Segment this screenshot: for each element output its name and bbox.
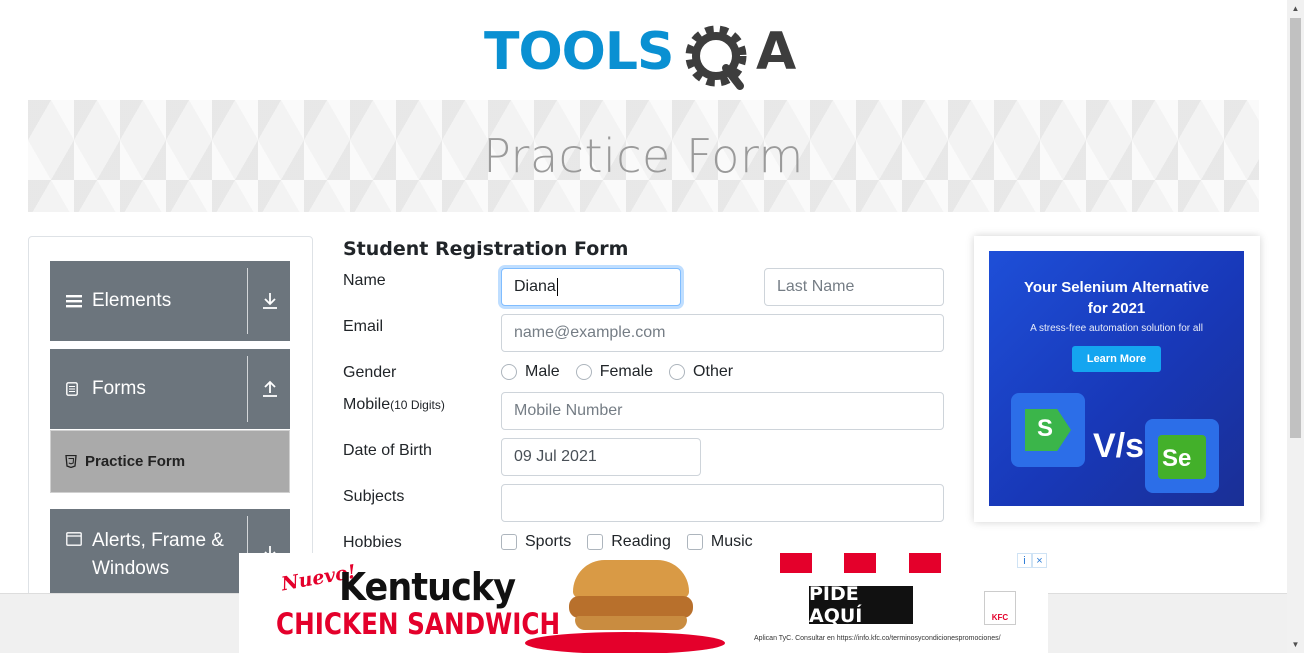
kfc-logo: KFC <box>984 591 1016 625</box>
page-title: Practice Form <box>483 129 804 183</box>
bun-top <box>573 560 689 598</box>
plate <box>525 632 725 653</box>
katalon-logo-icon: S <box>1011 393 1085 467</box>
selenium-logo-letters: Se <box>1162 445 1192 472</box>
sandwich-image <box>525 558 729 653</box>
subjects-label: Subjects <box>343 488 405 505</box>
text-caret <box>556 278 558 296</box>
last-name-input[interactable]: Last Name <box>764 268 944 306</box>
sidebar-group-label: Forms <box>92 378 146 399</box>
checkbox-label[interactable]: Sports <box>525 533 571 551</box>
checkbox-label[interactable]: Music <box>711 533 753 551</box>
vs-text: V/s <box>1093 427 1145 465</box>
radio-button[interactable] <box>669 364 686 380</box>
dob-label: Date of Birth <box>343 442 432 459</box>
ad-brand: Kentucky <box>339 565 516 609</box>
checkbox[interactable] <box>587 534 604 550</box>
katalon-logo-letter: S <box>1037 415 1054 442</box>
sidebar-group-label: Elements <box>92 290 172 311</box>
stripe <box>780 553 812 573</box>
sidebar-group-forms[interactable]: Forms <box>50 349 290 429</box>
bun-bottom <box>575 616 687 630</box>
gender-option-female[interactable]: Female <box>575 363 653 381</box>
logo-text-a: A <box>756 22 796 82</box>
page-scrollbar[interactable]: ▲ ▼ <box>1287 0 1304 653</box>
ad-info-icon[interactable]: i <box>1017 553 1032 568</box>
mobile-label-text: Mobile <box>343 396 391 413</box>
chicken-patty <box>569 596 693 618</box>
ad-headline-line2: for 2021 <box>1087 300 1146 317</box>
scroll-up-arrow-icon[interactable]: ▲ <box>1287 0 1304 17</box>
divider <box>247 268 248 334</box>
ad-terms: Aplican TyC. Consultar en https://info.k… <box>754 635 1001 642</box>
download-arrow-icon[interactable] <box>258 261 282 341</box>
sidebar-group-elements[interactable]: Elements <box>50 261 290 341</box>
radio-label[interactable]: Male <box>525 363 560 381</box>
hobby-option-reading[interactable]: Reading <box>587 533 671 551</box>
gender-radio-group: Male Female Other <box>501 363 749 381</box>
radio-button[interactable] <box>501 364 517 380</box>
email-label: Email <box>343 318 384 335</box>
radio-button[interactable] <box>575 364 592 380</box>
learn-more-button[interactable]: Learn More <box>1071 346 1162 372</box>
checkbox-label[interactable]: Reading <box>611 533 671 551</box>
mobile-input[interactable]: Mobile Number <box>501 392 944 430</box>
sidebar-item-practice-form[interactable]: Practice Form <box>50 430 290 493</box>
stripe <box>844 553 876 573</box>
gender-label: Gender <box>343 364 397 381</box>
email-input[interactable]: name@example.com <box>501 314 944 352</box>
ad-banner-bottom[interactable]: Nuevo! Kentucky CHICKEN SANDWICH PIDE AQ… <box>239 553 1048 653</box>
sidebar-group-label-line2: Windows <box>92 558 170 579</box>
hobbies-checkbox-group: Sports Reading Music <box>501 533 769 551</box>
selenium-logo-icon: Se <box>1145 419 1219 493</box>
menu-icon <box>66 294 88 308</box>
ad-headline-line1: Your Selenium Alternative <box>1023 279 1210 296</box>
hobby-option-music[interactable]: Music <box>686 533 753 551</box>
window-icon <box>66 532 88 546</box>
hobbies-label: Hobbies <box>343 534 402 551</box>
ad-close-icon[interactable]: × <box>1032 553 1047 568</box>
date-of-birth-input[interactable]: 09 Jul 2021 <box>501 438 701 476</box>
document-icon <box>66 382 88 396</box>
scroll-thumb[interactable] <box>1290 18 1301 438</box>
subjects-input[interactable] <box>501 484 944 522</box>
sidebar: Elements Forms Practice Form Alerts, Fra… <box>28 236 313 606</box>
page-banner: Practice Form <box>28 100 1259 212</box>
sidebar-item-label: Practice Form <box>85 453 186 470</box>
gender-option-other[interactable]: Other <box>669 363 733 381</box>
upload-arrow-icon[interactable] <box>258 349 282 429</box>
scroll-down-arrow-icon[interactable]: ▼ <box>1287 636 1304 653</box>
radio-label[interactable]: Other <box>693 363 733 381</box>
toolsqa-logo[interactable]: TOOLS A <box>484 16 808 92</box>
checkbox[interactable] <box>686 534 703 550</box>
form-title: Student Registration Form <box>343 238 629 260</box>
radio-label[interactable]: Female <box>600 363 653 381</box>
first-name-value: Diana <box>514 278 556 295</box>
gender-option-male[interactable]: Male <box>501 363 560 381</box>
mobile-hint: (10 Digits) <box>390 398 445 412</box>
sidebar-group-label: Alerts, Frame & <box>92 530 224 551</box>
order-now-button[interactable]: PIDE AQUÍ <box>809 583 913 627</box>
ad-banner-right[interactable]: Your Selenium Alternative for 2021 A str… <box>989 251 1244 506</box>
stripe <box>909 553 941 573</box>
first-name-input[interactable]: Diana <box>501 268 681 306</box>
html5-icon <box>65 455 77 468</box>
logo-text-tools: TOOLS <box>484 22 673 82</box>
ad-headline: Your Selenium Alternative for 2021 <box>989 277 1244 319</box>
checkbox[interactable] <box>501 534 517 550</box>
name-label: Name <box>343 272 386 289</box>
gear-icon <box>685 25 747 90</box>
ad-product: CHICKEN SANDWICH <box>276 607 561 641</box>
adchoices: i × <box>1017 553 1047 568</box>
divider <box>247 356 248 422</box>
ad-subtext: A stress-free automation solution for al… <box>1030 323 1203 334</box>
hobby-option-sports[interactable]: Sports <box>501 533 571 551</box>
mobile-label: Mobile(10 Digits) <box>343 396 445 414</box>
